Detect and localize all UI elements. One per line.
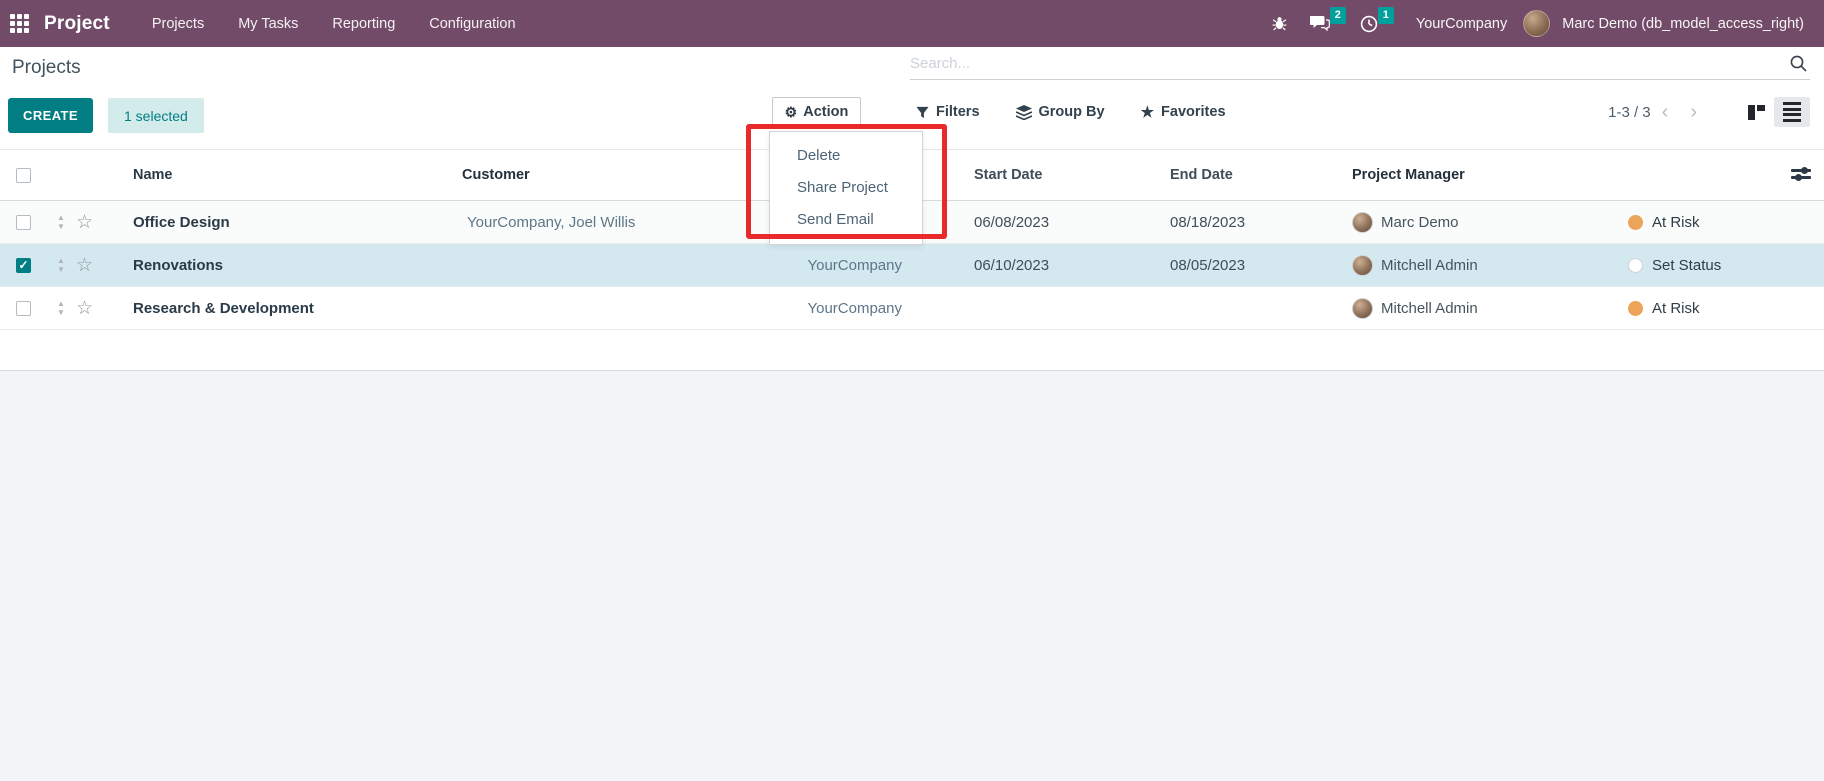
status-label: At Risk bbox=[1652, 214, 1700, 231]
select-all-checkbox[interactable] bbox=[16, 168, 31, 183]
search-input[interactable] bbox=[910, 55, 1789, 72]
status-label: At Risk bbox=[1652, 300, 1700, 317]
user-menu[interactable]: Marc Demo (db_model_access_right) bbox=[1560, 16, 1814, 32]
nav-menus: Projects My Tasks Reporting Configuratio… bbox=[140, 10, 528, 38]
messages-tray[interactable]: 2 bbox=[1302, 11, 1338, 36]
activities-count-badge: 1 bbox=[1378, 7, 1394, 24]
favorite-star-icon[interactable]: ☆ bbox=[76, 211, 116, 234]
manager-name: Mitchell Admin bbox=[1381, 300, 1478, 317]
project-name: Renovations bbox=[116, 257, 462, 274]
project-customer: YourCompany bbox=[462, 300, 960, 317]
status-label: Set Status bbox=[1652, 257, 1721, 274]
group-by-label: Group By bbox=[1039, 104, 1105, 120]
project-name: Research & Development bbox=[116, 300, 462, 317]
table-footer-space bbox=[0, 330, 1824, 371]
menu-item-share-project[interactable]: Share Project bbox=[770, 171, 922, 203]
project-start-date: 06/08/2023 bbox=[960, 214, 1160, 231]
group-by-button[interactable]: Group By bbox=[1016, 104, 1105, 120]
action-dropdown-menu: Delete Share Project Send Email bbox=[769, 131, 923, 245]
content-background bbox=[0, 371, 1824, 781]
manager-name: Marc Demo bbox=[1381, 214, 1459, 231]
view-switcher bbox=[1738, 97, 1810, 127]
favorite-star-icon[interactable]: ☆ bbox=[76, 297, 116, 320]
pager-zone: 1-3 / 3 ‹ › bbox=[1608, 97, 1810, 127]
row-checkbox[interactable] bbox=[16, 215, 31, 230]
project-end-date: 08/18/2023 bbox=[1160, 214, 1340, 231]
project-status-cell[interactable]: At Risk bbox=[1615, 300, 1824, 317]
drag-handle-icon[interactable]: ▲▼ bbox=[46, 214, 76, 231]
filters-label: Filters bbox=[936, 104, 980, 120]
manager-avatar bbox=[1352, 255, 1373, 276]
status-dot-icon bbox=[1628, 301, 1643, 316]
project-status-cell[interactable]: At Risk bbox=[1615, 214, 1824, 231]
funnel-icon bbox=[916, 106, 929, 119]
project-customer: YourCompany bbox=[462, 257, 960, 274]
create-button[interactable]: CREATE bbox=[8, 98, 93, 133]
top-navbar: Project Projects My Tasks Reporting Conf… bbox=[0, 0, 1824, 47]
table-row[interactable]: ▲▼ ☆ Renovations YourCompany 06/10/2023 … bbox=[0, 244, 1824, 287]
row-checkbox[interactable] bbox=[16, 301, 31, 316]
clock-icon bbox=[1360, 15, 1378, 33]
nav-menu-configuration[interactable]: Configuration bbox=[417, 10, 527, 38]
project-manager-cell: Mitchell Admin bbox=[1340, 255, 1615, 276]
project-name: Office Design bbox=[116, 214, 462, 231]
selected-count-badge: 1 selected bbox=[108, 98, 204, 133]
search-bar bbox=[910, 48, 1810, 80]
list-view-icon bbox=[1783, 102, 1801, 122]
optional-columns-icon[interactable] bbox=[1791, 166, 1811, 184]
kanban-view-button[interactable] bbox=[1738, 97, 1774, 127]
project-end-date: 08/05/2023 bbox=[1160, 257, 1340, 274]
project-manager-cell: Marc Demo bbox=[1340, 212, 1615, 233]
app-brand[interactable]: Project bbox=[44, 13, 110, 35]
column-header-name[interactable]: Name bbox=[116, 167, 462, 183]
company-switcher[interactable]: YourCompany bbox=[1406, 16, 1517, 32]
list-view-button[interactable] bbox=[1774, 97, 1810, 127]
favorite-star-icon[interactable]: ☆ bbox=[76, 254, 116, 277]
project-manager-cell: Mitchell Admin bbox=[1340, 298, 1615, 319]
status-dot-icon bbox=[1628, 258, 1643, 273]
apps-grid-icon[interactable] bbox=[10, 14, 30, 34]
chat-icon bbox=[1310, 15, 1330, 32]
systray: 2 1 YourCompany Marc Demo (db_model_acce… bbox=[1263, 10, 1824, 37]
bug-icon bbox=[1271, 15, 1288, 32]
nav-menu-projects[interactable]: Projects bbox=[140, 10, 216, 38]
debug-bug-icon[interactable] bbox=[1263, 11, 1296, 36]
table-row[interactable]: ▲▼ ☆ Research & Development YourCompany … bbox=[0, 287, 1824, 330]
page-title: Projects bbox=[12, 57, 81, 79]
user-avatar[interactable] bbox=[1523, 10, 1550, 37]
kanban-view-icon bbox=[1748, 105, 1765, 120]
favorites-button[interactable]: ★ Favorites bbox=[1141, 103, 1226, 121]
action-button-label: Action bbox=[803, 104, 848, 120]
pager-range: 1-3 / 3 bbox=[1608, 104, 1651, 121]
filters-button[interactable]: Filters bbox=[916, 104, 980, 120]
layers-icon bbox=[1016, 105, 1032, 120]
star-icon: ★ bbox=[1141, 103, 1154, 121]
menu-item-delete[interactable]: Delete bbox=[770, 139, 922, 171]
favorites-label: Favorites bbox=[1161, 104, 1225, 120]
nav-menu-reporting[interactable]: Reporting bbox=[320, 10, 407, 38]
project-start-date: 06/10/2023 bbox=[960, 257, 1160, 274]
status-dot-icon bbox=[1628, 215, 1643, 230]
nav-menu-my-tasks[interactable]: My Tasks bbox=[226, 10, 310, 38]
column-header-start-date[interactable]: Start Date bbox=[960, 167, 1160, 183]
column-header-project-manager[interactable]: Project Manager bbox=[1340, 167, 1615, 183]
odoo-projects-page: Project Projects My Tasks Reporting Conf… bbox=[0, 0, 1824, 781]
project-status-cell[interactable]: Set Status bbox=[1615, 257, 1824, 274]
manager-avatar bbox=[1352, 298, 1373, 319]
action-dropdown-button[interactable]: ⚙ Action bbox=[772, 97, 861, 127]
row-checkbox[interactable] bbox=[16, 258, 31, 273]
search-icon[interactable] bbox=[1789, 54, 1808, 73]
messages-count-badge: 2 bbox=[1330, 7, 1346, 24]
pager-next-icon[interactable]: › bbox=[1679, 102, 1708, 122]
menu-item-send-email[interactable]: Send Email bbox=[770, 203, 922, 235]
gear-icon: ⚙ bbox=[785, 104, 798, 121]
manager-name: Mitchell Admin bbox=[1381, 257, 1478, 274]
activities-tray[interactable]: 1 bbox=[1352, 11, 1386, 37]
manager-avatar bbox=[1352, 212, 1373, 233]
filter-bar: Filters Group By ★ Favorites bbox=[916, 97, 1226, 127]
column-header-end-date[interactable]: End Date bbox=[1160, 167, 1340, 183]
drag-handle-icon[interactable]: ▲▼ bbox=[46, 300, 76, 317]
drag-handle-icon[interactable]: ▲▼ bbox=[46, 257, 76, 274]
pager-previous-icon[interactable]: ‹ bbox=[1651, 102, 1680, 122]
